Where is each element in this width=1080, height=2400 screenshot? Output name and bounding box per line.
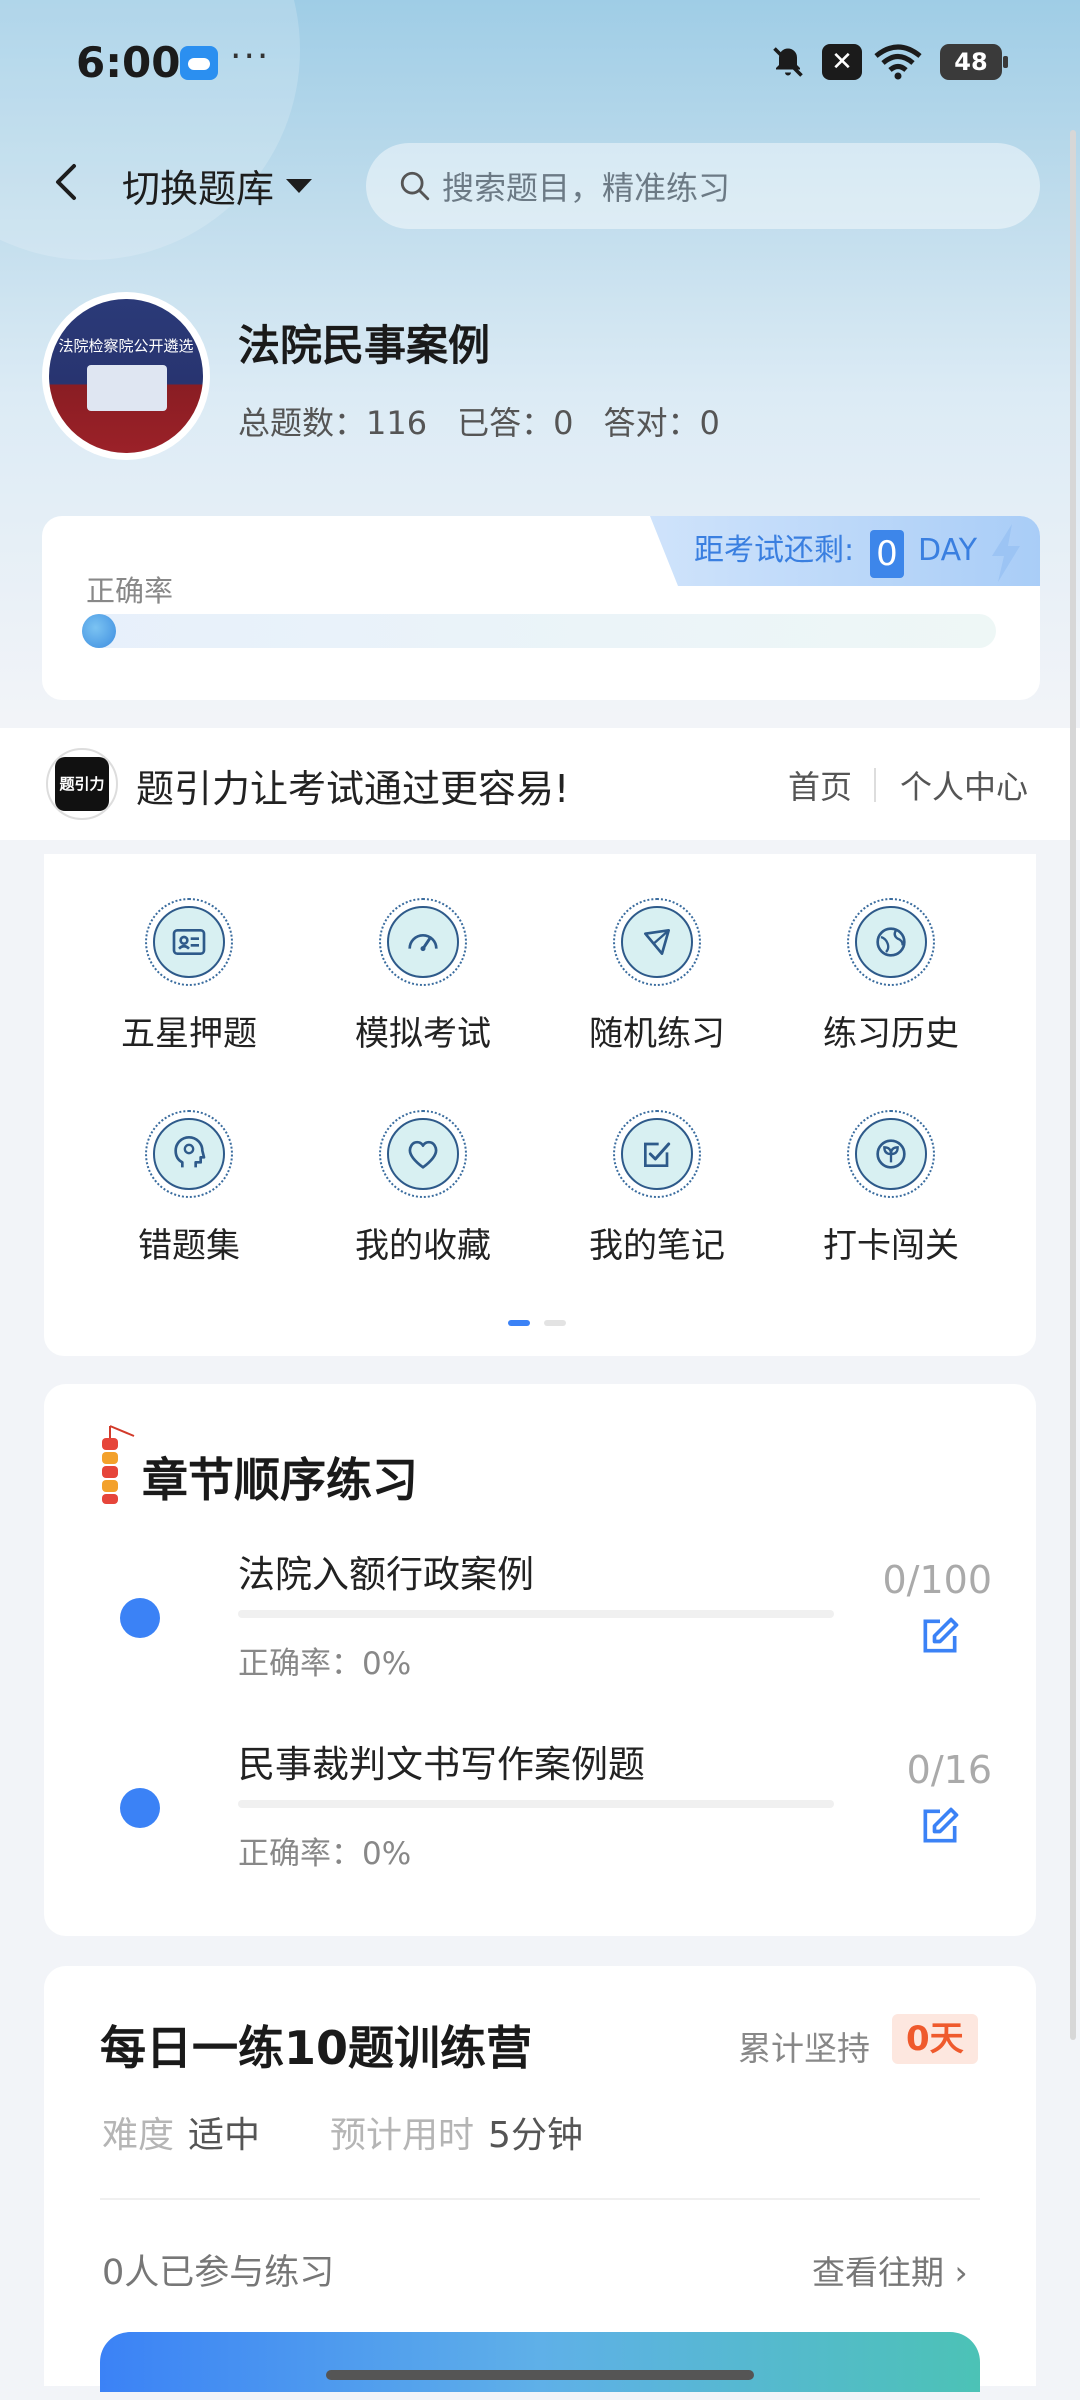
avatar-device-image	[87, 365, 167, 411]
weather-icon	[180, 46, 218, 80]
chapter-name: 法院入额行政案例	[238, 1553, 534, 1596]
chapter-count: 0/16	[906, 1748, 992, 1792]
chapter-name: 民事裁判文书写作案例题	[238, 1743, 645, 1786]
wifi-icon	[872, 44, 924, 89]
divider	[100, 2198, 980, 2200]
exam-countdown-days: 0	[870, 530, 904, 578]
speedometer-icon	[387, 906, 459, 978]
grid-item-notes[interactable]: 我的笔记	[557, 1110, 757, 1267]
grid-label: 错题集	[138, 1226, 240, 1266]
head-icon	[153, 1118, 225, 1190]
bank-stats: 总题数：116 已答：0 答对：0	[238, 398, 720, 444]
difficulty-value: 适中	[188, 2115, 261, 2156]
note-check-icon	[621, 1118, 693, 1190]
shuffle-icon	[621, 906, 693, 978]
participants-count: 0人已参与练习	[102, 2253, 335, 2293]
time-value: 5分钟	[488, 2115, 583, 2156]
total-questions: 总题数：116	[238, 404, 428, 442]
scrollbar[interactable]	[1070, 130, 1076, 2040]
chapter-accuracy: 正确率：0%	[238, 1836, 412, 1872]
edit-icon[interactable]	[918, 1804, 962, 1848]
time-label: 预计用时	[330, 2115, 475, 2156]
bank-title: 法院民事案例	[238, 321, 491, 370]
personal-center-link[interactable]: 个人中心	[900, 762, 1028, 808]
avatar-text: 法院检察院公开遴选	[58, 337, 194, 355]
grid-label: 我的笔记	[589, 1226, 725, 1266]
brand-logo-text: 题引力	[55, 757, 109, 811]
grid-item-random-practice[interactable]: 随机练习	[557, 898, 757, 1055]
grid-label: 五星押题	[121, 1014, 257, 1054]
brand-bar: 题引力 题引力让考试通过更容易! 首页 个人中心	[0, 728, 1080, 840]
answered-count: 已答：0	[457, 404, 574, 442]
sprout-icon	[855, 1118, 927, 1190]
start-practice-button[interactable]	[100, 2332, 980, 2392]
grid-pagination	[508, 1320, 566, 1326]
chapter-bullet	[120, 1598, 160, 1638]
correct-count: 答对：0	[603, 404, 720, 442]
accuracy-progress-bar	[82, 614, 996, 648]
brand-divider	[874, 768, 876, 802]
accuracy-label: 正确率	[86, 574, 174, 608]
function-grid: 五星押题 模拟考试 随机练习 练习历史 错题集 我的收藏 我的笔记 打卡闯关	[44, 854, 1036, 1356]
more-notifications-icon: ···	[230, 36, 271, 77]
grid-item-practice-history[interactable]: 练习历史	[791, 898, 991, 1055]
edit-icon[interactable]	[918, 1614, 962, 1658]
chapter-item[interactable]: 民事裁判文书写作案例题 正确率：0% 0/16	[44, 1734, 1036, 1884]
lightning-icon	[992, 524, 1020, 582]
chapter-progress-bar	[238, 1610, 834, 1618]
daily-practice-card: 每日一练10题训练营 累计坚持 0天 难度 适中 预计用时 5分钟 0人已参与练…	[44, 1966, 1036, 2392]
home-link[interactable]: 首页	[788, 762, 852, 808]
chapter-practice-card: 章节顺序练习 法院入额行政案例 正确率：0% 0/100 民事裁判文书写作案例题…	[44, 1384, 1036, 1936]
heart-icon	[387, 1118, 459, 1190]
grid-label: 模拟考试	[355, 1014, 491, 1054]
difficulty-label: 难度	[102, 2115, 175, 2156]
caret-down-icon	[286, 178, 313, 193]
battery-icon: 48	[940, 44, 1008, 80]
exam-countdown-unit: DAY	[918, 533, 978, 568]
brand-logo: 题引力	[46, 748, 118, 820]
bank-avatar: 法院检察院公开遴选	[42, 292, 210, 460]
status-time: 6:00	[76, 38, 181, 87]
daily-meta: 难度 适中 预计用时 5分钟	[102, 2106, 583, 2158]
exam-countdown-label: 距考试还剩:	[694, 533, 855, 568]
grid-label: 我的收藏	[355, 1226, 491, 1266]
grid-label: 随机练习	[589, 1014, 725, 1054]
switch-bank-dropdown[interactable]: 切换题库	[122, 158, 313, 213]
chapter-count: 0/100	[882, 1558, 992, 1602]
grid-item-five-star[interactable]: 五星押题	[89, 898, 289, 1055]
persist-days-badge: 0天	[892, 2014, 978, 2064]
accuracy-progress-knob	[82, 614, 116, 648]
status-bar: 6:00 ··· ✕ 48	[0, 0, 1080, 124]
firecracker-icon	[102, 1425, 135, 1504]
search-input[interactable]: 搜索题目，精准练习	[366, 143, 1040, 229]
page-dot-active[interactable]	[508, 1320, 530, 1326]
search-placeholder: 搜索题目，精准练习	[442, 169, 731, 207]
chapter-accuracy: 正确率：0%	[238, 1646, 412, 1682]
persist-label: 累计坚持	[738, 2029, 870, 2068]
accuracy-card: 距考试还剩: 0 DAY 正确率	[42, 516, 1040, 700]
chapter-item[interactable]: 法院入额行政案例 正确率：0% 0/100	[44, 1544, 1036, 1694]
daily-title: 每日一练10题训练营	[100, 2021, 533, 2075]
close-box-icon: ✕	[822, 44, 862, 80]
chapter-title: 章节顺序练习	[142, 1453, 418, 1507]
switch-bank-label: 切换题库	[122, 167, 275, 211]
grid-label: 打卡闯关	[823, 1226, 959, 1266]
page-dot[interactable]	[544, 1320, 566, 1326]
grid-label: 练习历史	[823, 1014, 959, 1054]
chapter-progress-bar	[238, 1800, 834, 1808]
chapter-bullet	[120, 1788, 160, 1828]
brand-slogan: 题引力让考试通过更容易!	[136, 767, 570, 811]
globe-icon	[855, 906, 927, 978]
bell-muted-icon	[770, 44, 806, 89]
grid-item-check-in[interactable]: 打卡闯关	[791, 1110, 991, 1267]
back-arrow-icon[interactable]	[46, 160, 86, 204]
grid-item-wrong-questions[interactable]: 错题集	[89, 1110, 289, 1267]
grid-item-mock-exam[interactable]: 模拟考试	[323, 898, 523, 1055]
search-icon	[400, 171, 430, 201]
grid-item-favorites[interactable]: 我的收藏	[323, 1110, 523, 1267]
id-card-icon	[153, 906, 225, 978]
view-history-link[interactable]: 查看往期 ›	[812, 2246, 968, 2294]
home-indicator[interactable]	[326, 2370, 754, 2380]
